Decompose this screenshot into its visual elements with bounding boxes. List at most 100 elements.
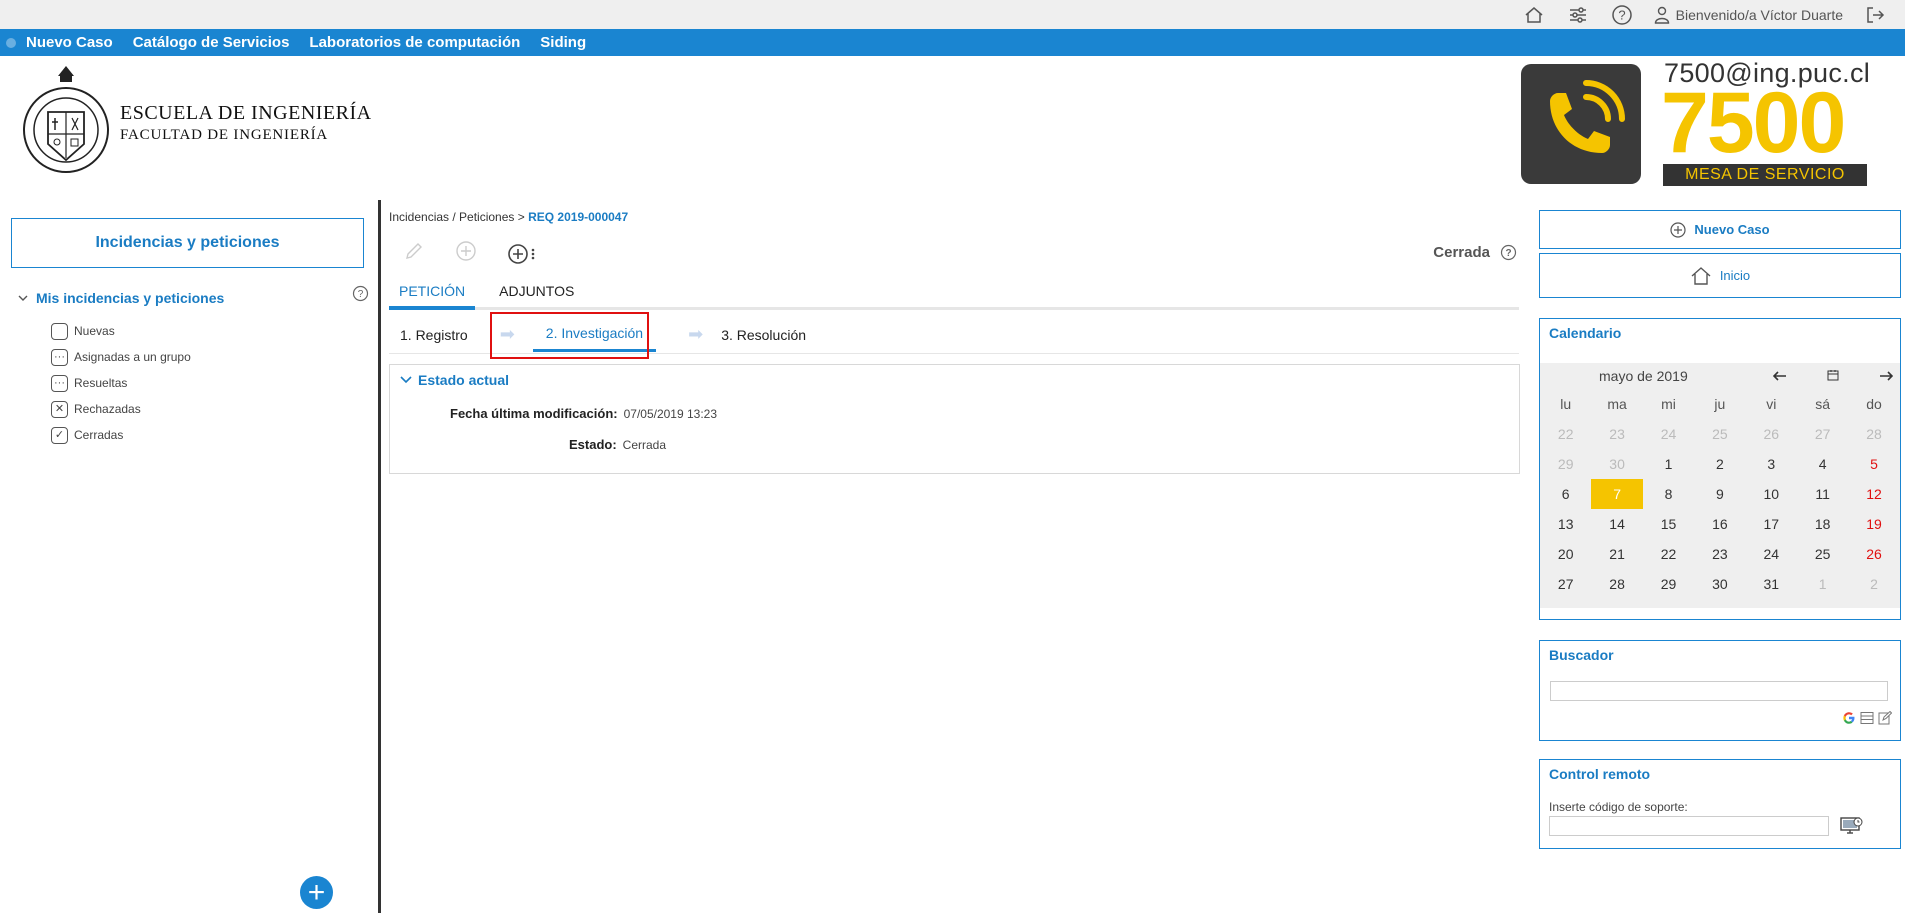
user-menu[interactable]: Bienvenido/a Víctor Duarte bbox=[1654, 6, 1843, 24]
calendar-day[interactable]: 26 bbox=[1746, 419, 1797, 449]
calendar-day[interactable]: 23 bbox=[1591, 419, 1642, 449]
settings-sliders-icon[interactable] bbox=[1566, 3, 1590, 27]
calendar-day[interactable]: 27 bbox=[1797, 419, 1848, 449]
edit-pencil-icon[interactable] bbox=[403, 240, 425, 267]
help-icon[interactable]: ? bbox=[1610, 3, 1634, 27]
calendar-day[interactable]: 23 bbox=[1694, 539, 1745, 569]
logout-icon[interactable] bbox=[1863, 3, 1887, 27]
tree-item-cerradas[interactable]: ✓ Cerradas bbox=[51, 422, 191, 448]
nav-nuevo-caso[interactable]: Nuevo Caso bbox=[26, 34, 113, 51]
tree-item-nuevas[interactable]: Nuevas bbox=[51, 318, 191, 344]
prev-month-icon[interactable] bbox=[1772, 368, 1787, 384]
calendar-day[interactable]: 22 bbox=[1643, 539, 1694, 569]
tree-item-asignadas[interactable]: ··· Asignadas a un grupo bbox=[51, 344, 191, 370]
new-case-label: Nuevo Caso bbox=[1694, 222, 1770, 237]
edit-note-icon[interactable] bbox=[1878, 710, 1893, 730]
calendar-day[interactable]: 26 bbox=[1848, 539, 1899, 569]
search-widget: Buscador bbox=[1539, 640, 1901, 741]
calendar-day[interactable]: 24 bbox=[1746, 539, 1797, 569]
calendar-day[interactable]: 24 bbox=[1643, 419, 1694, 449]
calendar-day[interactable]: 14 bbox=[1591, 509, 1642, 539]
remote-desktop-icon[interactable] bbox=[1840, 816, 1864, 841]
calendar-icon[interactable] bbox=[1827, 368, 1839, 384]
field-value: Cerrada bbox=[622, 438, 667, 452]
calendar-day[interactable]: 7 bbox=[1591, 479, 1643, 509]
home-button[interactable]: Inicio bbox=[1539, 253, 1901, 298]
calendar-day[interactable]: 2 bbox=[1848, 569, 1899, 599]
calendar-day[interactable]: 28 bbox=[1848, 419, 1899, 449]
tree-item-rechazadas[interactable]: ✕ Rechazadas bbox=[51, 396, 191, 422]
next-month-icon[interactable] bbox=[1879, 368, 1894, 384]
calendar-day[interactable]: 17 bbox=[1746, 509, 1797, 539]
add-more-menu-icon[interactable] bbox=[507, 243, 535, 265]
calendar-day[interactable]: 27 bbox=[1540, 569, 1591, 599]
calendar-day[interactable]: 6 bbox=[1540, 479, 1591, 509]
tree-item-label: Asignadas a un grupo bbox=[74, 350, 191, 364]
home-icon[interactable] bbox=[1522, 3, 1546, 27]
calendar-day[interactable]: 10 bbox=[1746, 479, 1797, 509]
add-disabled-icon[interactable] bbox=[455, 240, 477, 267]
panel-header[interactable]: Estado actual bbox=[400, 372, 509, 388]
calendar-month: mayo de 2019 bbox=[1599, 368, 1688, 384]
nav-laboratorios[interactable]: Laboratorios de computación bbox=[309, 34, 520, 51]
tree-root-mis-incidencias[interactable]: Mis incidencias y peticiones bbox=[18, 290, 224, 306]
calendar-day[interactable]: 21 bbox=[1591, 539, 1642, 569]
nav-siding[interactable]: Siding bbox=[540, 34, 586, 51]
calendar-day[interactable]: 5 bbox=[1848, 449, 1899, 479]
weekday-label: vi bbox=[1766, 396, 1777, 412]
tree-item-label: Cerradas bbox=[74, 428, 124, 442]
calendar-day[interactable]: 8 bbox=[1643, 479, 1694, 509]
sidebar-title[interactable]: Incidencias y peticiones bbox=[11, 218, 364, 268]
calendar-day[interactable]: 25 bbox=[1797, 539, 1848, 569]
panel-divider[interactable] bbox=[378, 200, 381, 913]
calendar-day[interactable]: 20 bbox=[1540, 539, 1591, 569]
weekday-label: lu bbox=[1560, 396, 1572, 412]
help-icon[interactable]: ? bbox=[352, 285, 369, 307]
calendar-day[interactable]: 29 bbox=[1540, 449, 1591, 479]
search-title: Buscador bbox=[1549, 647, 1614, 663]
calendar-day[interactable]: 28 bbox=[1591, 569, 1642, 599]
calendar-day[interactable]: 15 bbox=[1643, 509, 1694, 539]
breadcrumb-path[interactable]: Incidencias / Peticiones > bbox=[389, 210, 528, 224]
calendar-day[interactable]: 19 bbox=[1848, 509, 1899, 539]
tab-adjuntos[interactable]: ADJUNTOS bbox=[489, 282, 584, 307]
step-registro[interactable]: 1. Registro bbox=[400, 327, 468, 343]
calendar-day[interactable]: 18 bbox=[1797, 509, 1848, 539]
calendar-day[interactable]: 11 bbox=[1797, 479, 1848, 509]
calendar-day[interactable]: 31 bbox=[1746, 569, 1797, 599]
calendar-day[interactable]: 4 bbox=[1797, 449, 1848, 479]
field-estado: Estado: Cerrada bbox=[569, 437, 666, 452]
field-fecha: Fecha última modificación: 07/05/2019 13… bbox=[450, 406, 717, 421]
calendar-day[interactable]: 16 bbox=[1694, 509, 1745, 539]
list-icon[interactable] bbox=[1860, 711, 1874, 730]
help-icon[interactable]: ? bbox=[1500, 244, 1517, 261]
calendar-day[interactable]: 30 bbox=[1591, 449, 1642, 479]
nav-catalogo-servicios[interactable]: Catálogo de Servicios bbox=[133, 34, 290, 51]
calendar-day[interactable]: 30 bbox=[1694, 569, 1745, 599]
remote-code-input[interactable] bbox=[1549, 816, 1829, 836]
calendar-day[interactable]: 13 bbox=[1540, 509, 1591, 539]
calendar-day[interactable]: 25 bbox=[1694, 419, 1745, 449]
calendar-day[interactable]: 12 bbox=[1848, 479, 1899, 509]
breadcrumb: Incidencias / Peticiones > REQ 2019-0000… bbox=[389, 210, 628, 224]
x-box-icon: ✕ bbox=[51, 400, 68, 418]
calendar-day[interactable]: 3 bbox=[1746, 449, 1797, 479]
home-label: Inicio bbox=[1719, 268, 1751, 283]
new-case-button[interactable]: Nuevo Caso bbox=[1539, 210, 1901, 249]
add-floating-button[interactable]: + bbox=[300, 876, 333, 909]
step-resolucion[interactable]: 3. Resolución bbox=[721, 327, 806, 343]
search-input[interactable] bbox=[1550, 681, 1888, 701]
google-icon[interactable] bbox=[1842, 711, 1856, 730]
calendar-day[interactable]: 22 bbox=[1540, 419, 1591, 449]
calendar-day[interactable]: 1 bbox=[1643, 449, 1694, 479]
home-icon bbox=[1691, 266, 1711, 285]
school-logo[interactable]: ESCUELA DE INGENIERÍA FACULTAD DE INGENI… bbox=[22, 62, 372, 184]
check-box-icon: ✓ bbox=[51, 426, 68, 444]
tree-root-label: Mis incidencias y peticiones bbox=[36, 290, 225, 306]
calendar-day[interactable]: 9 bbox=[1694, 479, 1745, 509]
tree-item-resueltas[interactable]: ··· Resueltas bbox=[51, 370, 191, 396]
calendar-day[interactable]: 1 bbox=[1797, 569, 1848, 599]
calendar-day[interactable]: 29 bbox=[1643, 569, 1694, 599]
tab-peticion[interactable]: PETICIÓN bbox=[389, 282, 476, 310]
calendar-day[interactable]: 2 bbox=[1694, 449, 1745, 479]
